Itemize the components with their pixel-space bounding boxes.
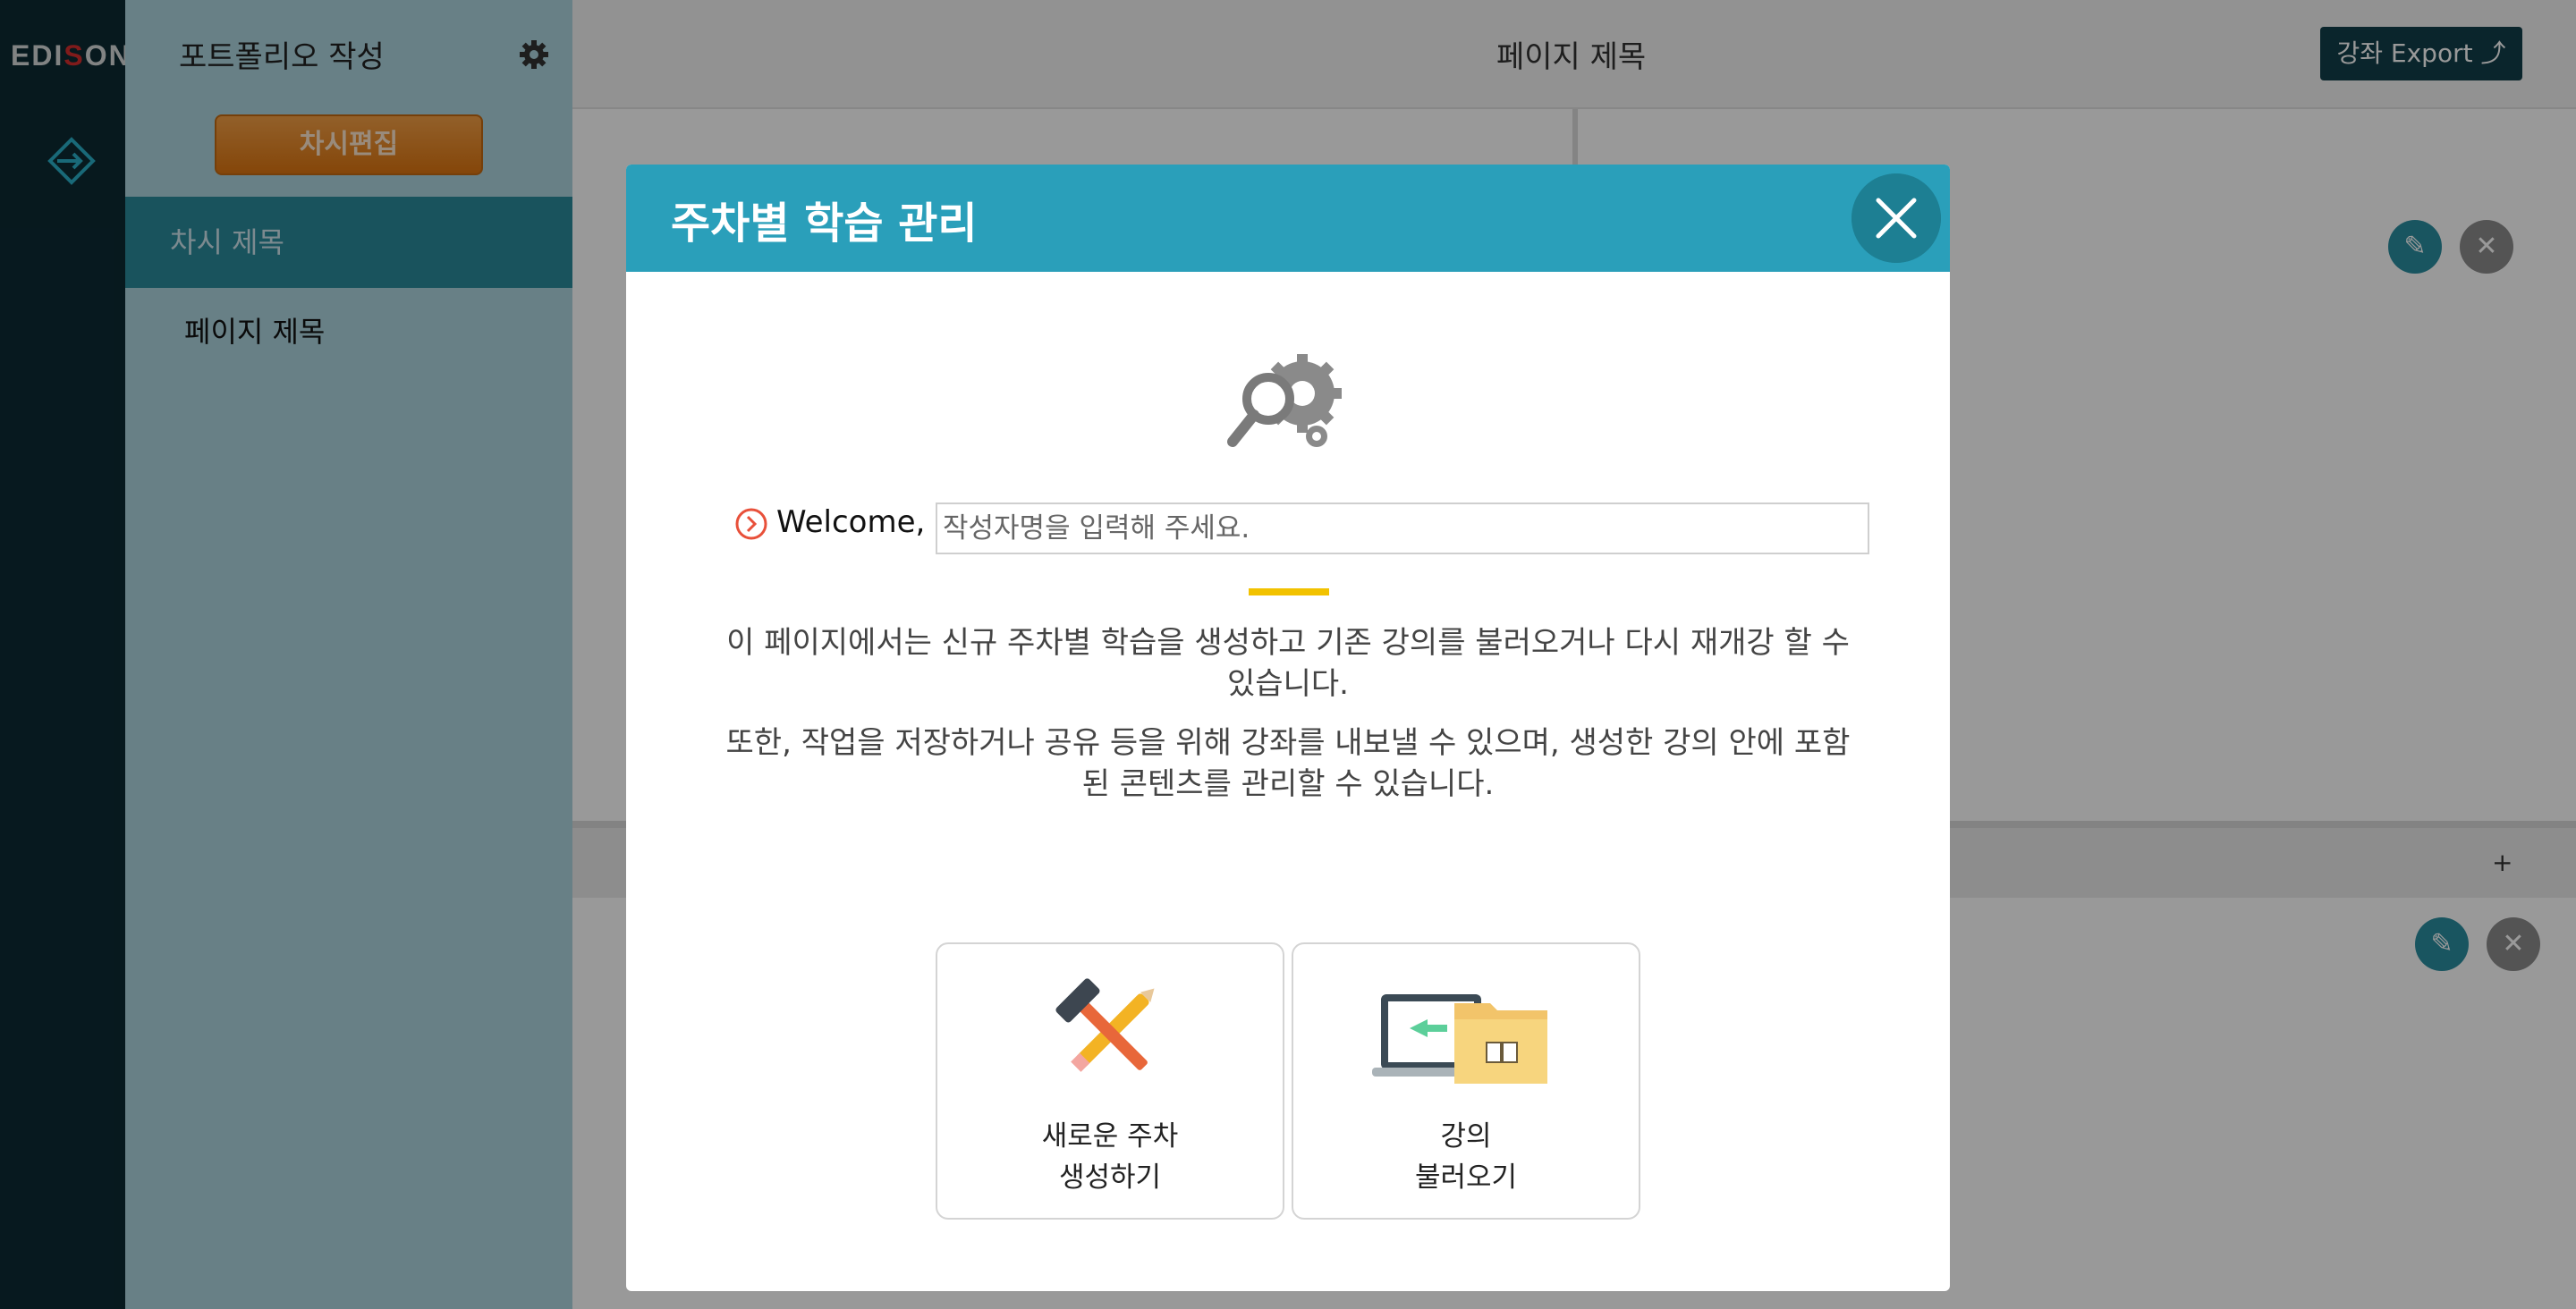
laptop-folder-icon	[1372, 994, 1547, 1084]
create-week-label: 새로운 주차 생성하기	[937, 1116, 1283, 1198]
card-label-line: 새로운 주차	[1041, 1120, 1179, 1153]
author-name-input[interactable]	[936, 502, 1869, 554]
card-label-line: 생성하기	[1058, 1161, 1162, 1194]
description-text-1: 이 페이지에서는 신규 주차별 학습을 생성하고 기존 강의를 불러오거나 다시…	[726, 625, 1850, 702]
card-label-line: 불러오기	[1414, 1161, 1518, 1194]
hammer-pencil-icon	[1055, 978, 1155, 1072]
divider	[1249, 588, 1329, 595]
load-course-card[interactable]: 강의 불러오기	[1292, 942, 1640, 1220]
card-label-line: 강의	[1440, 1120, 1492, 1153]
gear-search-icon	[1227, 354, 1342, 447]
chevron-right-icon	[735, 508, 767, 540]
load-course-label: 강의 불러오기	[1293, 1116, 1639, 1198]
modal-header: 주차별 학습 관리	[626, 165, 1950, 272]
welcome-label: Welcome,	[776, 504, 926, 540]
weekly-learning-modal: 주차별 학습 관리 Welcome, 이 페이지에서는 신규 주차별 학습을 생…	[626, 165, 1950, 1291]
modal-title: 주차별 학습 관리	[671, 198, 978, 249]
description-text-2: 또한, 작업을 저장하거나 공유 등을 위해 강좌를 내보낼 수 있으며, 생성…	[725, 725, 1851, 802]
create-week-card[interactable]: 새로운 주차 생성하기	[936, 942, 1284, 1220]
close-icon[interactable]	[1852, 173, 1941, 263]
